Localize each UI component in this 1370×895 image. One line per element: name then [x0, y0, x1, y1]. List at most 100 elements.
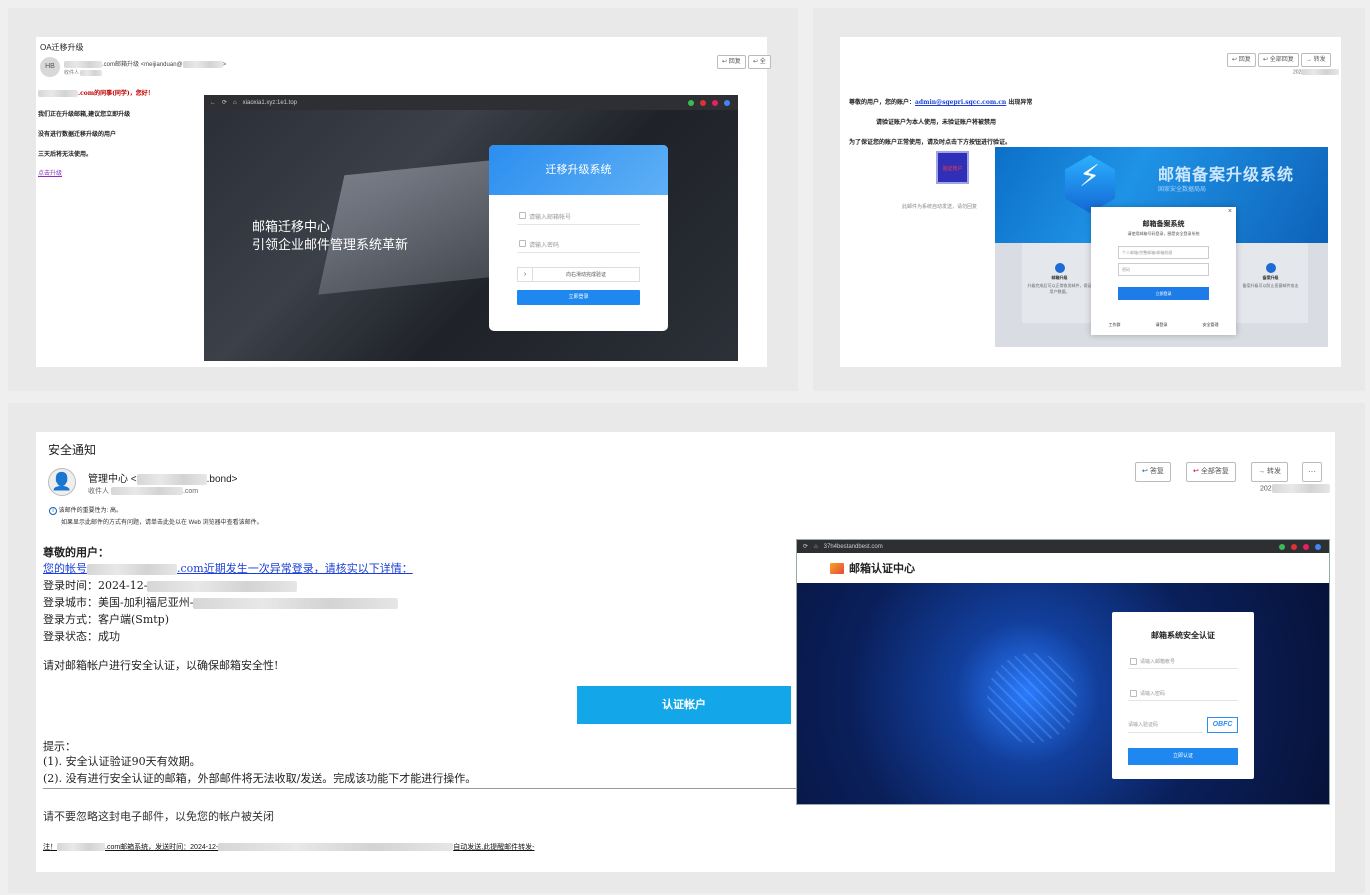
browser-toolbar: ⟳ ⌂ 37h4bestandbest.com: [797, 540, 1329, 553]
reply-button[interactable]: ↩ 回复: [717, 55, 746, 69]
body-line-2: 没有进行数据迁移升级的用户: [38, 131, 117, 138]
close-icon[interactable]: ×: [1228, 208, 1232, 215]
login-time-text: 登录时间：2024-12-: [43, 579, 148, 592]
extension-icon[interactable]: [688, 99, 694, 106]
extension-icon[interactable]: [1315, 543, 1321, 550]
login-method: 登录方式：客户端(Smtp): [43, 613, 170, 626]
body-line-2: 请验证账户为本人使用，未验证账户将被禁用: [876, 119, 997, 126]
login-button[interactable]: 立即登录: [517, 290, 640, 305]
login-status: 登录状态：成功: [43, 630, 120, 643]
system-footnote: 此邮件为系统自动发送，请勿回复: [902, 204, 978, 210]
verify-account-button[interactable]: 验证账户: [936, 151, 969, 184]
reply-all-icon: ↩: [753, 59, 759, 65]
link-suffix[interactable]: .com近期发生一次异常登录，请核实以下详情：: [177, 562, 413, 575]
reply-button[interactable]: ↩ 回复: [1227, 53, 1256, 67]
avatar: HB: [40, 57, 60, 77]
divider: [43, 788, 798, 789]
recipient-line: 收件人 .com: [88, 486, 198, 496]
redacted-block: [182, 60, 223, 68]
auth-request: 请对邮箱帐户进行安全认证，以确保邮箱安全性!: [43, 659, 279, 672]
extension-icon[interactable]: [700, 99, 706, 106]
reply-all-button[interactable]: ↩ 全部回复: [1258, 53, 1299, 67]
extension-icon[interactable]: [1291, 543, 1297, 550]
redacted-block: [57, 843, 105, 852]
auth-captcha-input[interactable]: 请输入验证码: [1128, 717, 1203, 733]
captcha-image[interactable]: OBFC: [1207, 717, 1238, 733]
verify-account-button[interactable]: 认证帐户: [577, 686, 791, 724]
reply-all-icon: ↩: [1193, 468, 1199, 475]
footer-suffix: 自动发送,此提醒邮件转发-: [453, 844, 535, 851]
refresh-icon[interactable]: ⟳: [222, 99, 227, 106]
modal-link[interactable]: 工作群: [1109, 322, 1121, 328]
browser-url[interactable]: 37h4bestandbest.com: [824, 544, 883, 550]
reply-icon: ↩: [1232, 57, 1238, 63]
reply-icon: ↩: [1142, 468, 1148, 475]
date-year: 202: [1293, 69, 1302, 76]
date-year: 202: [1260, 485, 1272, 493]
upgrade-link[interactable]: 点击升级: [38, 168, 62, 177]
display-hint[interactable]: 如果显示此邮件的方式有问题，请单击此处以在 Web 浏览器中查看该邮件。: [61, 517, 263, 526]
recipient-label: 收件人: [88, 488, 109, 495]
forward-button[interactable]: → 转发: [1301, 53, 1331, 67]
closure-warning: 请不要忽略这封电子邮件，以免您的帐户被关闭: [43, 810, 274, 823]
auth-submit-button[interactable]: 立即认证: [1128, 748, 1238, 765]
browser-toolbar: ← ⟳ ⌂ xiaoxia1.xyz:1e1.top: [204, 95, 738, 110]
auth-card-title: 邮箱系统安全认证: [1151, 631, 1215, 640]
modal-link[interactable]: 安全管理: [1203, 322, 1219, 328]
extension-icon[interactable]: [712, 99, 718, 106]
browser-url[interactable]: xiaoxia1.xyz:1e1.top: [243, 100, 297, 106]
footer-prefix: 注！: [43, 844, 57, 851]
slider-captcha[interactable]: › 向右滑动完成验证: [517, 267, 640, 282]
refresh-icon[interactable]: ⟳: [803, 543, 808, 550]
home-icon[interactable]: ⌂: [233, 100, 237, 106]
modal-username-input[interactable]: 个人邮箱/完整邮箱/邮箱前缀: [1118, 246, 1209, 259]
tip-2: (2). 没有进行安全认证的邮箱，外部邮件将无法收取/发送。完成该功能下才能进行…: [43, 772, 477, 785]
slider-arrow-icon[interactable]: ›: [518, 268, 533, 281]
login-card-header: 迁移升级系统: [489, 145, 668, 195]
modal-password-input[interactable]: 密码: [1118, 263, 1209, 276]
date-line: 202: [1293, 69, 1340, 76]
email-view: OA迁移升级 HB .com邮箱升级 <meijianduan@ > 收件人 ↩ …: [36, 37, 771, 367]
abnormal-login-link[interactable]: 您的帐号 .com近期发生一次异常登录，请核实以下详情：: [43, 560, 413, 576]
target-email-link[interactable]: admin@sgepri.sgcc.com.cn: [915, 99, 1006, 106]
reply-all-label: 全: [759, 59, 766, 65]
username-input[interactable]: 请输入邮箱帐号: [517, 209, 640, 225]
importance-text: 该邮件的重要性为: 高。: [58, 508, 123, 514]
modal-login-button[interactable]: 立即登录: [1118, 287, 1209, 300]
redacted-block: [38, 90, 78, 97]
sender-address: .com邮箱升级 <meijianduan@: [102, 62, 183, 68]
auth-username-input[interactable]: 请输入邮箱帐号: [1128, 655, 1238, 669]
feature-left-title: 邮箱升级: [1051, 275, 1068, 280]
body-line-1: 尊敬的用户，您的账户：admin@sgepri.sgcc.com.cn 出现异常: [849, 97, 1032, 106]
tips-title: 提示：: [43, 740, 76, 753]
redacted-block: [193, 597, 399, 609]
back-icon[interactable]: ←: [210, 100, 216, 106]
greeting-text: .com的同事(同学)，您好！: [78, 90, 154, 97]
modal-link[interactable]: 请登录: [1156, 322, 1168, 328]
reply-button[interactable]: ↩ 答复: [1135, 462, 1171, 482]
extension-icon[interactable]: [724, 99, 730, 106]
forward-icon: →: [1306, 57, 1312, 63]
modal-subtitle: 请使用邮箱号码登录，圈是安全登录系统: [1127, 231, 1200, 236]
captcha-row: 请输入验证码 OBFC: [1128, 717, 1238, 733]
reply-all-button[interactable]: ↩ 全部答复: [1186, 462, 1236, 482]
forward-button[interactable]: → 转发: [1251, 462, 1288, 482]
link-prefix[interactable]: 您的帐号: [43, 562, 87, 575]
hero-title: 邮箱迁移中心: [252, 219, 331, 234]
email-view: ↩ 回复 ↩ 全部回复 → 转发 202 尊敬的用户，您的账户：admin@sg…: [840, 37, 1341, 367]
banner-subtitle: 国家安全数据局局: [1158, 187, 1207, 193]
sender-line: 管理中心 < .bond>: [88, 470, 238, 485]
reply-all-button[interactable]: ↩ 全: [748, 55, 771, 69]
greeting: 尊敬的用户：: [43, 546, 109, 559]
info-icon: i: [49, 507, 57, 515]
more-button[interactable]: ···: [1302, 462, 1322, 482]
login-time: 登录时间：2024-12-: [43, 577, 298, 593]
body-line-3: 三天后将无法使用。: [38, 151, 93, 158]
auth-password-input[interactable]: 请输入密码: [1128, 687, 1238, 701]
home-icon[interactable]: ⌂: [814, 544, 818, 550]
extension-icon[interactable]: [1303, 543, 1309, 550]
sender-domain: .bond>: [206, 474, 238, 485]
password-input[interactable]: 请输入密码: [517, 237, 640, 253]
extension-icon[interactable]: [1279, 543, 1285, 550]
modal-links: 工作群 请登录 安全管理: [1091, 322, 1236, 328]
